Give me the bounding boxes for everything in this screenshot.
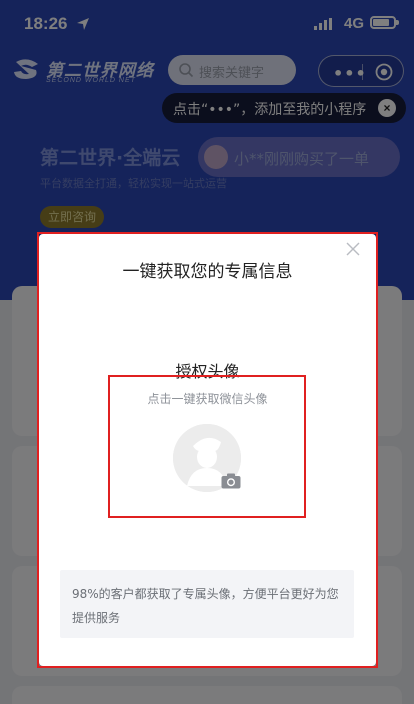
camera-icon	[221, 473, 241, 489]
modal-close-icon[interactable]	[345, 241, 361, 257]
modal-title: 一键获取您的专属信息	[122, 262, 293, 282]
avatar-hint: 点击一键获取微信头像	[147, 392, 268, 406]
info-text: 98%的客户都获取了专属头像，方便平台更好为您提供服务	[72, 587, 339, 625]
authorize-modal: 一键获取您的专属信息 授权头像 点击一键获取微信头像 98%的客户都获取了专属头…	[39, 234, 376, 666]
info-box: 98%的客户都获取了专属头像，方便平台更好为您提供服务	[60, 570, 354, 638]
